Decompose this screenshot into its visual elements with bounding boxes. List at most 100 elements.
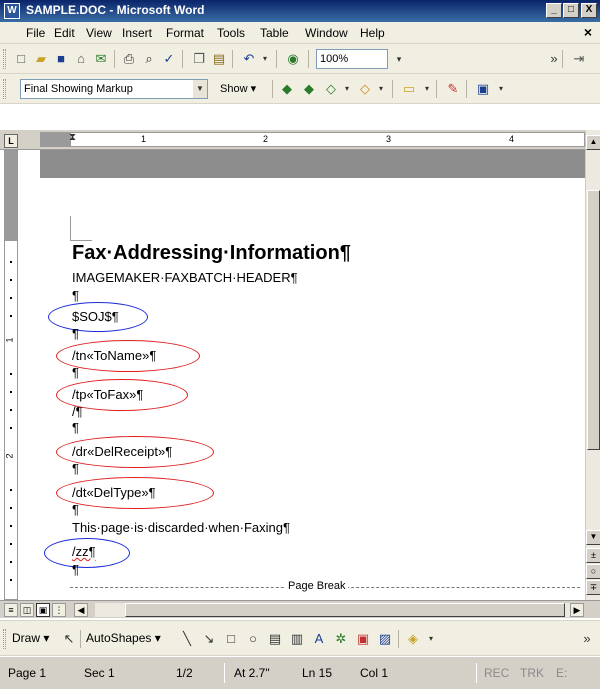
new-comment-icon[interactable]: ▭ [400,80,418,98]
toolbar-grip[interactable] [3,629,6,649]
spelling-icon[interactable]: ✓ [160,50,178,68]
menu-bar: File Edit View Insert Format Tools Table… [0,22,600,44]
insert-hyperlink-icon[interactable]: ◉ [284,50,302,68]
print-icon[interactable]: ⎙ [120,50,138,68]
menu-tools[interactable]: Tools [217,26,245,40]
close-document-icon[interactable]: × [584,24,592,40]
clip-art-icon[interactable]: ▣ [354,630,372,648]
insert-picture-icon[interactable]: ▨ [376,630,394,648]
menu-insert[interactable]: Insert [122,26,152,40]
toolbar-grip[interactable] [3,49,6,69]
toolbar-grip[interactable] [3,79,6,99]
display-for-review-combo[interactable]: Final Showing Markup ▼ [20,79,208,99]
scroll-left-icon[interactable]: ◀ [74,603,88,617]
draw-menu-button[interactable]: Draw ▾ [12,631,49,645]
soj-field[interactable]: $SOJ$¶ [72,309,119,324]
tn-merge-field[interactable]: /tn«ToName»¶ [72,348,156,363]
permission-icon[interactable]: ⌂ [72,50,90,68]
horizontal-ruler[interactable]: ⧗ 1 2 3 4 [40,132,585,147]
line-tool-icon[interactable]: ╲ [178,630,196,648]
diagram-icon[interactable]: ✲ [332,630,350,648]
minimize-button[interactable]: _ [546,3,562,18]
menu-format[interactable]: Format [166,26,204,40]
status-column: Col 1 [360,666,389,680]
zz-field[interactable]: /zz¶ [72,544,96,559]
vertical-scroll-thumb[interactable] [587,190,600,450]
scroll-down-icon[interactable]: ▼ [586,530,600,545]
comment-dropdown-icon[interactable]: ▾ [418,80,436,98]
discard-note[interactable]: This·page·is·discarded·when·Faxing¶ [72,520,290,535]
open-folder-icon[interactable]: ▰ [32,50,50,68]
maximize-button[interactable]: □ [563,3,579,18]
horizontal-scroll-thumb[interactable] [125,603,565,617]
tab-selector[interactable]: L [4,134,18,148]
scroll-right-icon[interactable]: ▶ [570,603,584,617]
accept-dropdown-icon[interactable]: ▾ [338,80,356,98]
document-page[interactable]: Fax·Addressing·Information¶ IMAGEMAKER·F… [40,178,585,600]
text-box-icon[interactable]: ▤ [266,630,284,648]
select-objects-icon[interactable]: ↖ [60,630,78,648]
status-bar: Page 1 Sec 1 1/2 At 2.7" Ln 15 Col 1 REC… [0,656,600,689]
next-change-icon[interactable]: ◆ [300,80,318,98]
dt-merge-field[interactable]: /dt«DelType»¶ [72,485,156,500]
select-browse-object-icon[interactable]: ○ [586,564,600,579]
copy-icon[interactable]: ❐ [190,50,208,68]
top-margin-shade [5,151,17,241]
close-button[interactable]: X [581,3,597,18]
ruler-tick [10,391,12,393]
print-layout-icon[interactable]: ▣ [36,603,50,617]
track-changes-icon[interactable]: ✎ [444,80,462,98]
toolbar-overflow-icon[interactable]: » [545,50,563,68]
new-document-icon[interactable]: □ [12,50,30,68]
paste-icon[interactable]: ▤ [210,50,228,68]
menu-edit[interactable]: Edit [54,26,75,40]
menu-view[interactable]: View [86,26,112,40]
reviewing-pane-icon[interactable]: ▣ [474,80,492,98]
status-rec[interactable]: REC [484,666,509,680]
document-subheading[interactable]: IMAGEMAKER·FAXBATCH·HEADER¶ [72,270,298,285]
save-icon[interactable]: ■ [52,50,70,68]
vertical-text-box-icon[interactable]: ▥ [288,630,306,648]
previous-page-icon[interactable]: ± [586,548,600,563]
status-section: Sec 1 [84,666,115,680]
print-preview-icon[interactable]: ⌕ [140,50,158,68]
drawing-overflow-icon[interactable]: » [578,630,596,648]
slash-line[interactable]: /¶ [72,404,83,419]
zoom-combo[interactable]: 100% [316,49,388,69]
zoom-dropdown-icon[interactable]: ▾ [390,50,408,68]
menu-help[interactable]: Help [360,26,385,40]
previous-change-icon[interactable]: ◆ [278,80,296,98]
email-icon[interactable]: ✉ [92,50,110,68]
horizontal-scrollbar[interactable]: ≡ ◫ ▣ ⋮ ◀ ▶ [0,600,600,618]
status-trk[interactable]: TRK [520,666,544,680]
dr-merge-field[interactable]: /dr«DelReceipt»¶ [72,444,172,459]
toolbar-separator [562,50,563,68]
show-menu-button[interactable]: Show ▾ [220,82,256,95]
web-layout-icon[interactable]: ◫ [20,603,34,617]
indent-marker-icon[interactable]: ⧗ [69,133,76,143]
autoshapes-menu-button[interactable]: AutoShapes ▾ [86,631,161,645]
document-heading[interactable]: Fax·Addressing·Information¶ [72,242,351,265]
menu-window[interactable]: Window [305,26,348,40]
next-page-icon[interactable]: ∓ [586,580,600,595]
oval-tool-icon[interactable]: ○ [244,630,262,648]
vertical-scrollbar[interactable]: ▲ ▼ ± ○ ∓ [585,130,600,600]
tp-merge-field[interactable]: /tp«ToFax»¶ [72,387,143,402]
vertical-ruler[interactable]: 1 2 [4,150,18,600]
increase-indent-icon[interactable]: ⇥ [570,50,588,68]
rectangle-tool-icon[interactable]: □ [222,630,240,648]
menu-file[interactable]: File [26,26,45,40]
outline-view-icon[interactable]: ⋮ [52,603,66,617]
status-ext[interactable]: E: [556,666,567,680]
word-app-icon[interactable]: W [4,3,20,19]
normal-view-icon[interactable]: ≡ [4,603,18,617]
fill-color-icon[interactable]: ◈ [404,630,422,648]
arrow-tool-icon[interactable]: ↘ [200,630,218,648]
fill-color-dropdown-icon[interactable]: ▾ [422,630,440,648]
undo-dropdown-icon[interactable]: ▾ [256,50,274,68]
menu-table[interactable]: Table [260,26,289,40]
reject-dropdown-icon[interactable]: ▾ [372,80,390,98]
scroll-up-icon[interactable]: ▲ [586,135,600,150]
wordart-icon[interactable]: A [310,630,328,648]
reviewing-dropdown-icon[interactable]: ▾ [492,80,510,98]
